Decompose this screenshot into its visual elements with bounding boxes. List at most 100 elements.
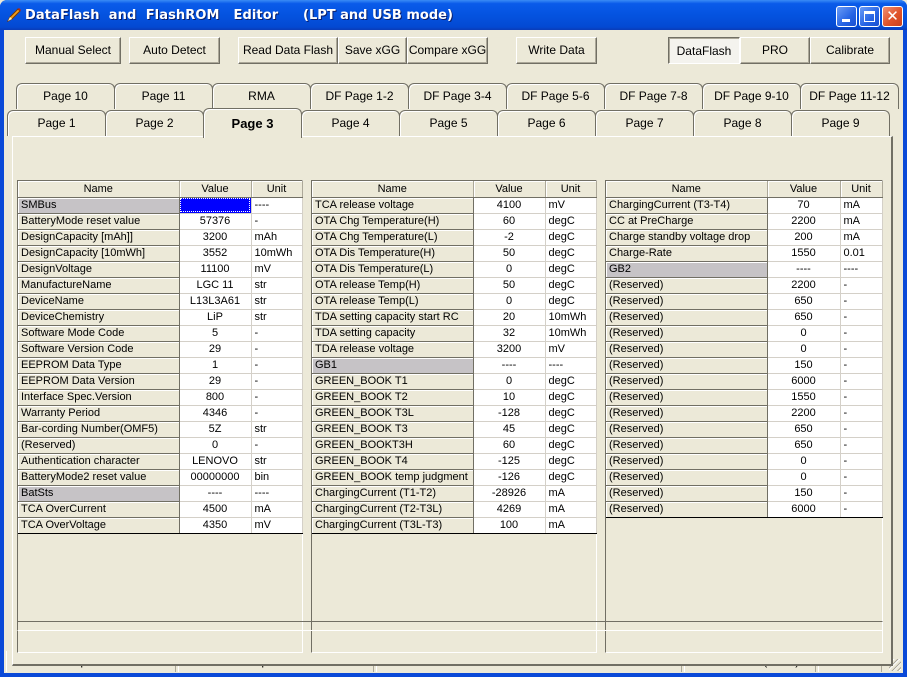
row-value-cell[interactable]: 0 <box>767 341 841 358</box>
calibrate-button[interactable]: Calibrate <box>810 37 890 64</box>
table-row[interactable]: (Reserved) 650- <box>606 421 883 438</box>
table-row[interactable]: (Reserved) 1550- <box>606 389 883 406</box>
table-row[interactable]: Interface Spec.Version 800- <box>18 389 303 406</box>
table-row[interactable]: (Reserved) 0- <box>606 341 883 358</box>
row-value-cell[interactable]: 3200 <box>179 229 252 246</box>
column-header-name[interactable]: Name <box>312 181 474 198</box>
row-value-cell[interactable]: ---- <box>767 261 841 278</box>
row-value-cell[interactable]: -125 <box>473 453 546 470</box>
row-value-cell[interactable]: 650 <box>767 421 841 438</box>
table-row[interactable]: DesignCapacity [10mWh] 3552 10mWh <box>18 245 303 262</box>
maximize-button[interactable] <box>859 6 880 27</box>
row-value-cell[interactable]: 4500 <box>179 501 252 518</box>
table-row[interactable]: (Reserved) 0- <box>606 325 883 342</box>
table-row[interactable]: EEPROM Data Type 1- <box>18 357 303 374</box>
row-value-cell[interactable]: 10 <box>473 389 546 406</box>
table-row[interactable]: Software Version Code 29- <box>18 341 303 358</box>
row-value-cell[interactable]: 6000 <box>767 373 841 390</box>
row-value-cell[interactable]: 3552 <box>179 245 252 262</box>
column-header-name[interactable]: Name <box>606 181 768 198</box>
row-value-cell[interactable]: 6000 <box>767 501 841 518</box>
row-value-cell[interactable]: LiP <box>179 309 252 326</box>
manual-select-button[interactable]: Manual Select <box>25 37 121 64</box>
table-row[interactable]: ManufactureName LGC 11 str <box>18 277 303 294</box>
table-row[interactable]: (Reserved) 2200- <box>606 405 883 422</box>
row-value-cell[interactable]: 00000000 <box>179 469 252 486</box>
row-value-cell[interactable]: L13L3A61 <box>179 293 252 310</box>
table-row[interactable]: TDA release voltage 3200 mV <box>312 341 597 358</box>
table-row[interactable]: (Reserved) 0- <box>606 453 883 470</box>
row-value-cell[interactable]: 2200 <box>767 405 841 422</box>
row-value-cell[interactable]: 70 <box>767 197 841 214</box>
row-value-cell[interactable]: 0 <box>473 373 546 390</box>
table-row[interactable]: OTA Dis Temperature(H) 50 degC <box>312 245 597 262</box>
tab-df-page-3-4[interactable]: DF Page 3-4 <box>408 83 507 109</box>
tab-df-page-5-6[interactable]: DF Page 5-6 <box>506 83 605 109</box>
table-row[interactable]: (Reserved) 0- <box>606 469 883 486</box>
table-row[interactable]: (Reserved) 650- <box>606 309 883 326</box>
row-value-cell[interactable]: -2 <box>473 229 546 246</box>
row-value-cell[interactable]: 1 <box>179 357 252 374</box>
table-row[interactable]: OTA Dis Temperature(L) 0 degC <box>312 261 597 278</box>
table-row[interactable]: OTA release Temp(L) 0 degC <box>312 293 597 310</box>
table-row[interactable]: (Reserved) 6000- <box>606 373 883 390</box>
tab-page-3[interactable]: Page 3 <box>203 108 302 138</box>
column-header-value[interactable]: Value <box>179 181 252 198</box>
table-row[interactable]: DesignCapacity [mAh]] 3200 mAh <box>18 229 303 246</box>
read-data-flash-button[interactable]: Read Data Flash <box>238 37 338 64</box>
tab-rma[interactable]: RMA <box>212 83 311 109</box>
row-value-cell[interactable]: -126 <box>473 469 546 486</box>
tab-page-9[interactable]: Page 9 <box>791 110 890 136</box>
table-row[interactable]: GREEN_BOOK T2 10 degC <box>312 389 597 406</box>
table-row[interactable]: DeviceChemistry LiP str <box>18 309 303 326</box>
table-row[interactable]: Charge standby voltage drop 200 mA <box>606 229 883 246</box>
tab-page-11[interactable]: Page 11 <box>114 83 213 109</box>
tab-df-page-9-10[interactable]: DF Page 9-10 <box>702 83 801 109</box>
table-row[interactable]: EEPROM Data Version 29- <box>18 373 303 390</box>
tab-page-4[interactable]: Page 4 <box>301 110 400 136</box>
row-value-cell[interactable]: 0 <box>767 453 841 470</box>
row-value-cell[interactable]: 29 <box>179 373 252 390</box>
row-value-cell[interactable]: 5 <box>179 325 252 342</box>
row-value-cell[interactable]: 650 <box>767 309 841 326</box>
row-value-cell[interactable]: 50 <box>473 277 546 294</box>
auto-detect-button[interactable]: Auto Detect <box>129 37 220 64</box>
row-value-cell[interactable]: 800 <box>179 389 252 406</box>
row-value-cell[interactable]: 60 <box>473 437 546 454</box>
save-xgg-button[interactable]: Save xGG <box>338 37 407 64</box>
row-value-cell[interactable]: 150 <box>767 357 841 374</box>
table-row[interactable]: DesignVoltage 11100 mV <box>18 261 303 278</box>
row-value-cell[interactable]: 1550 <box>767 245 841 262</box>
tab-df-page-1-2[interactable]: DF Page 1-2 <box>310 83 409 109</box>
row-value-cell[interactable]: 5Z <box>179 421 252 438</box>
table-row[interactable]: Charge-Rate 1550 0.01 <box>606 245 883 262</box>
table-row[interactable]: Bar-cording Number(OMF5) 5Z str <box>18 421 303 438</box>
table-row[interactable]: BatteryMode reset value 57376- <box>18 213 303 230</box>
row-value-cell[interactable]: 4350 <box>179 517 252 534</box>
tab-page-6[interactable]: Page 6 <box>497 110 596 136</box>
column-header-unit[interactable]: Unit <box>251 181 303 198</box>
row-value-cell[interactable]: ---- <box>179 485 252 502</box>
row-value-cell[interactable]: 32 <box>473 325 546 342</box>
row-value-cell[interactable]: 2200 <box>767 213 841 230</box>
row-value-cell[interactable]: LGC 11 <box>179 277 252 294</box>
row-value-cell[interactable]: 29 <box>179 341 252 358</box>
compare-xgg-button[interactable]: Compare xGG <box>407 37 488 64</box>
table-row[interactable]: GB2 ---- ---- <box>606 261 883 278</box>
tab-page-10[interactable]: Page 10 <box>16 83 115 109</box>
column-header-value[interactable]: Value <box>473 181 546 198</box>
write-data-button[interactable]: Write Data <box>516 37 597 64</box>
column-header-unit[interactable]: Unit <box>545 181 597 198</box>
horizontal-scroll-track[interactable] <box>17 621 883 631</box>
row-value-cell[interactable]: 0 <box>767 469 841 486</box>
row-value-cell[interactable]: ---- <box>179 197 252 214</box>
table-row[interactable]: ChargingCurrent (T3L-T3) 100 mA <box>312 517 597 534</box>
table-row[interactable]: (Reserved) 650- <box>606 293 883 310</box>
dataflash-mode-button[interactable]: DataFlash <box>668 37 740 64</box>
row-value-cell[interactable]: 60 <box>473 213 546 230</box>
table-row[interactable]: SMBus ---- ---- <box>18 197 303 214</box>
close-button[interactable]: ✕ <box>882 6 903 27</box>
table-row[interactable]: GB1 ---- ---- <box>312 357 597 374</box>
table-row[interactable]: DeviceName L13L3A61 str <box>18 293 303 310</box>
table-row[interactable]: GREEN_BOOK T1 0 degC <box>312 373 597 390</box>
